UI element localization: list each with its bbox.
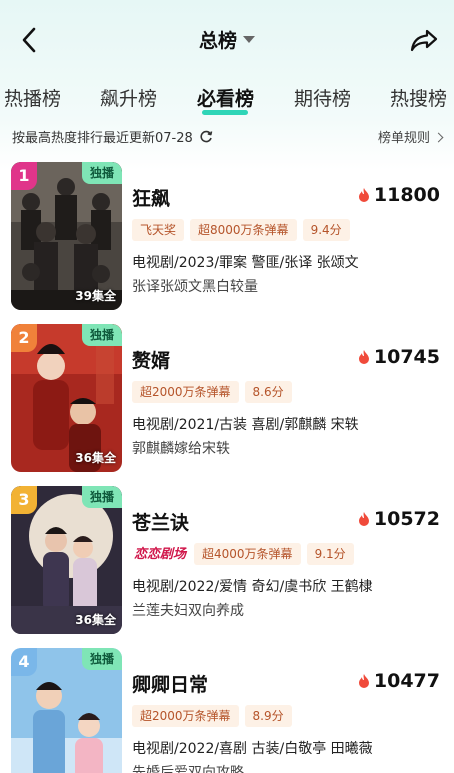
- heat-value: 10572: [373, 508, 440, 530]
- show-meta: 电视剧/2022/爱情 奇幻/虞书欣 王鹤棣: [132, 579, 373, 595]
- heat-score: 11800: [358, 184, 440, 206]
- tab-hot-playing[interactable]: 热播榜: [4, 84, 61, 111]
- exclusive-badge: 独播: [82, 324, 122, 346]
- rank-badge: 3: [11, 486, 37, 514]
- update-text: 按最高热度排行最近更新07-28: [12, 131, 193, 146]
- show-title: 狂飙: [132, 188, 171, 210]
- share-icon[interactable]: [408, 24, 440, 56]
- tag: 飞天奖: [132, 219, 185, 241]
- episode-count: 39集全: [75, 289, 116, 303]
- list-item[interactable]: 2 独播 36集全 赘婿 10745 超2000万条弹幕 8.6分 电视剧/202…: [0, 324, 454, 474]
- rank-badge: 1: [11, 162, 37, 190]
- show-meta: 电视剧/2022/喜剧 古装/白敬亭 田曦薇: [132, 741, 373, 757]
- show-description: 先婚后爱双向攻略: [132, 765, 244, 773]
- heat-value: 11800: [373, 184, 440, 206]
- poster-image[interactable]: 2 独播 36集全: [11, 324, 122, 472]
- page-title: 总榜: [198, 30, 237, 52]
- theater-logo: 恋恋剧场: [134, 547, 187, 562]
- show-title: 卿卿日常: [132, 674, 209, 696]
- active-tab-indicator: [202, 110, 248, 115]
- tag: 超8000万条弹幕: [190, 219, 297, 241]
- exclusive-badge: 独播: [82, 648, 122, 670]
- exclusive-badge: 独播: [82, 486, 122, 508]
- show-meta: 电视剧/2023/罪案 警匪/张译 张颂文: [132, 255, 359, 271]
- tag-row: 飞天奖 超8000万条弹幕 9.4分: [132, 219, 356, 243]
- ranking-tabs: 热播榜 飙升榜 必看榜 期待榜 热搜榜: [0, 80, 454, 120]
- tag-row: 超2000万条弹幕 8.9分: [132, 705, 298, 729]
- tab-rising[interactable]: 飙升榜: [100, 84, 157, 111]
- heat-score: 10477: [358, 670, 440, 692]
- update-info: 按最高热度排行最近更新07-28: [12, 127, 213, 146]
- list-item[interactable]: 4 独播 卿卿日常 10477 超2000万条弹幕 8.9分 电视剧/2022/喜…: [0, 648, 454, 773]
- heat-score: 10572: [358, 508, 440, 530]
- rank-badge: 4: [11, 648, 37, 676]
- tag: 超2000万条弹幕: [132, 381, 239, 403]
- tab-anticipated[interactable]: 期待榜: [294, 84, 351, 111]
- ranking-rules-link[interactable]: 榜单规则: [377, 127, 444, 146]
- show-description: 郭麒麟嫁给宋轶: [132, 441, 230, 457]
- rank-badge: 2: [11, 324, 37, 352]
- tag: 超4000万条弹幕: [194, 543, 301, 565]
- poster-image[interactable]: 1 独播 39集全: [11, 162, 122, 310]
- heat-value: 10745: [373, 346, 440, 368]
- list-item[interactable]: 1 独播 39集全 狂飙 11800 飞天奖 超8000万条弹幕 9.4分 电视剧/…: [0, 162, 454, 312]
- tag: 超2000万条弹幕: [132, 705, 239, 727]
- tab-must-watch[interactable]: 必看榜: [197, 84, 254, 111]
- tag: 9.4分: [302, 219, 350, 241]
- chevron-right-icon: [433, 132, 444, 143]
- refresh-icon[interactable]: [199, 130, 213, 144]
- tag: 8.9分: [244, 705, 292, 727]
- heat-value: 10477: [373, 670, 440, 692]
- tag: 9.1分: [306, 543, 354, 565]
- show-description: 张译张颂文黑白较量: [132, 279, 258, 295]
- episode-count: 36集全: [75, 451, 116, 465]
- show-title: 苍兰诀: [132, 512, 190, 534]
- ranking-rules-label: 榜单规则: [377, 131, 430, 146]
- ranking-info-bar: 按最高热度排行最近更新07-28 榜单规则: [12, 127, 444, 149]
- tag: 8.6分: [244, 381, 292, 403]
- heat-score: 10745: [358, 346, 440, 368]
- tag-row: 超2000万条弹幕 8.6分: [132, 381, 298, 405]
- show-meta: 电视剧/2021/古装 喜剧/郭麒麟 宋轶: [132, 417, 359, 433]
- caret-down-icon: [243, 36, 255, 43]
- flame-icon: [358, 188, 369, 202]
- flame-icon: [358, 512, 369, 526]
- list-item[interactable]: 3 独播 36集全 苍兰诀 10572 恋恋剧场 超4000万条弹幕 9.1分 电视…: [0, 486, 454, 636]
- flame-icon: [358, 674, 369, 688]
- tag-row: 恋恋剧场 超4000万条弹幕 9.1分: [132, 543, 360, 567]
- tab-hot-search[interactable]: 热搜榜: [390, 84, 447, 111]
- poster-image[interactable]: 4 独播: [11, 648, 122, 773]
- show-description: 兰莲夫妇双向养成: [132, 603, 244, 619]
- exclusive-badge: 独播: [82, 162, 122, 184]
- top-bar: 总榜: [0, 0, 454, 80]
- show-title: 赘婿: [132, 350, 171, 372]
- episode-count: 36集全: [75, 613, 116, 627]
- flame-icon: [358, 350, 369, 364]
- poster-image[interactable]: 3 独播 36集全: [11, 486, 122, 634]
- ranking-selector[interactable]: 总榜: [0, 26, 454, 53]
